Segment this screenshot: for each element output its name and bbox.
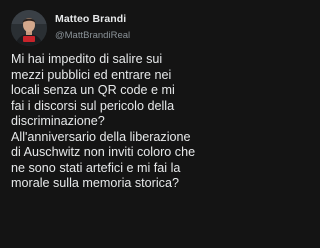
tweet-text-line: fai i discorsi sul pericolo della <box>11 98 175 113</box>
tweet-text-line: All'anniversario della liberazione <box>11 129 191 144</box>
tweet-text-line: ne sono stati artefici e mi fai la <box>11 160 181 175</box>
author-avatar[interactable] <box>11 10 47 46</box>
avatar-image <box>11 10 47 46</box>
author-name[interactable]: Matteo Brandi <box>55 13 126 25</box>
tweet-text-line: mezzi pubblici ed entrare nei <box>11 67 172 82</box>
author-handle[interactable]: @MattBrandiReal <box>55 30 130 41</box>
tweet-text-line: discriminazione? <box>11 114 105 128</box>
tweet-text-line: di Auschwitz non inviti coloro che <box>11 145 196 159</box>
tweet-text-line: Mi hai impedito di salire sui <box>11 52 163 66</box>
tweet-text-line: locali senza un QR code e mi <box>11 83 175 97</box>
tweet-text: Mi hai impedito di salire sui mezzi pubb… <box>11 52 247 192</box>
tweet-text-line: morale sulla memoria storica? <box>11 176 179 190</box>
tweet-card: Matteo Brandi @MattBrandiReal Mi hai imp… <box>0 0 250 248</box>
